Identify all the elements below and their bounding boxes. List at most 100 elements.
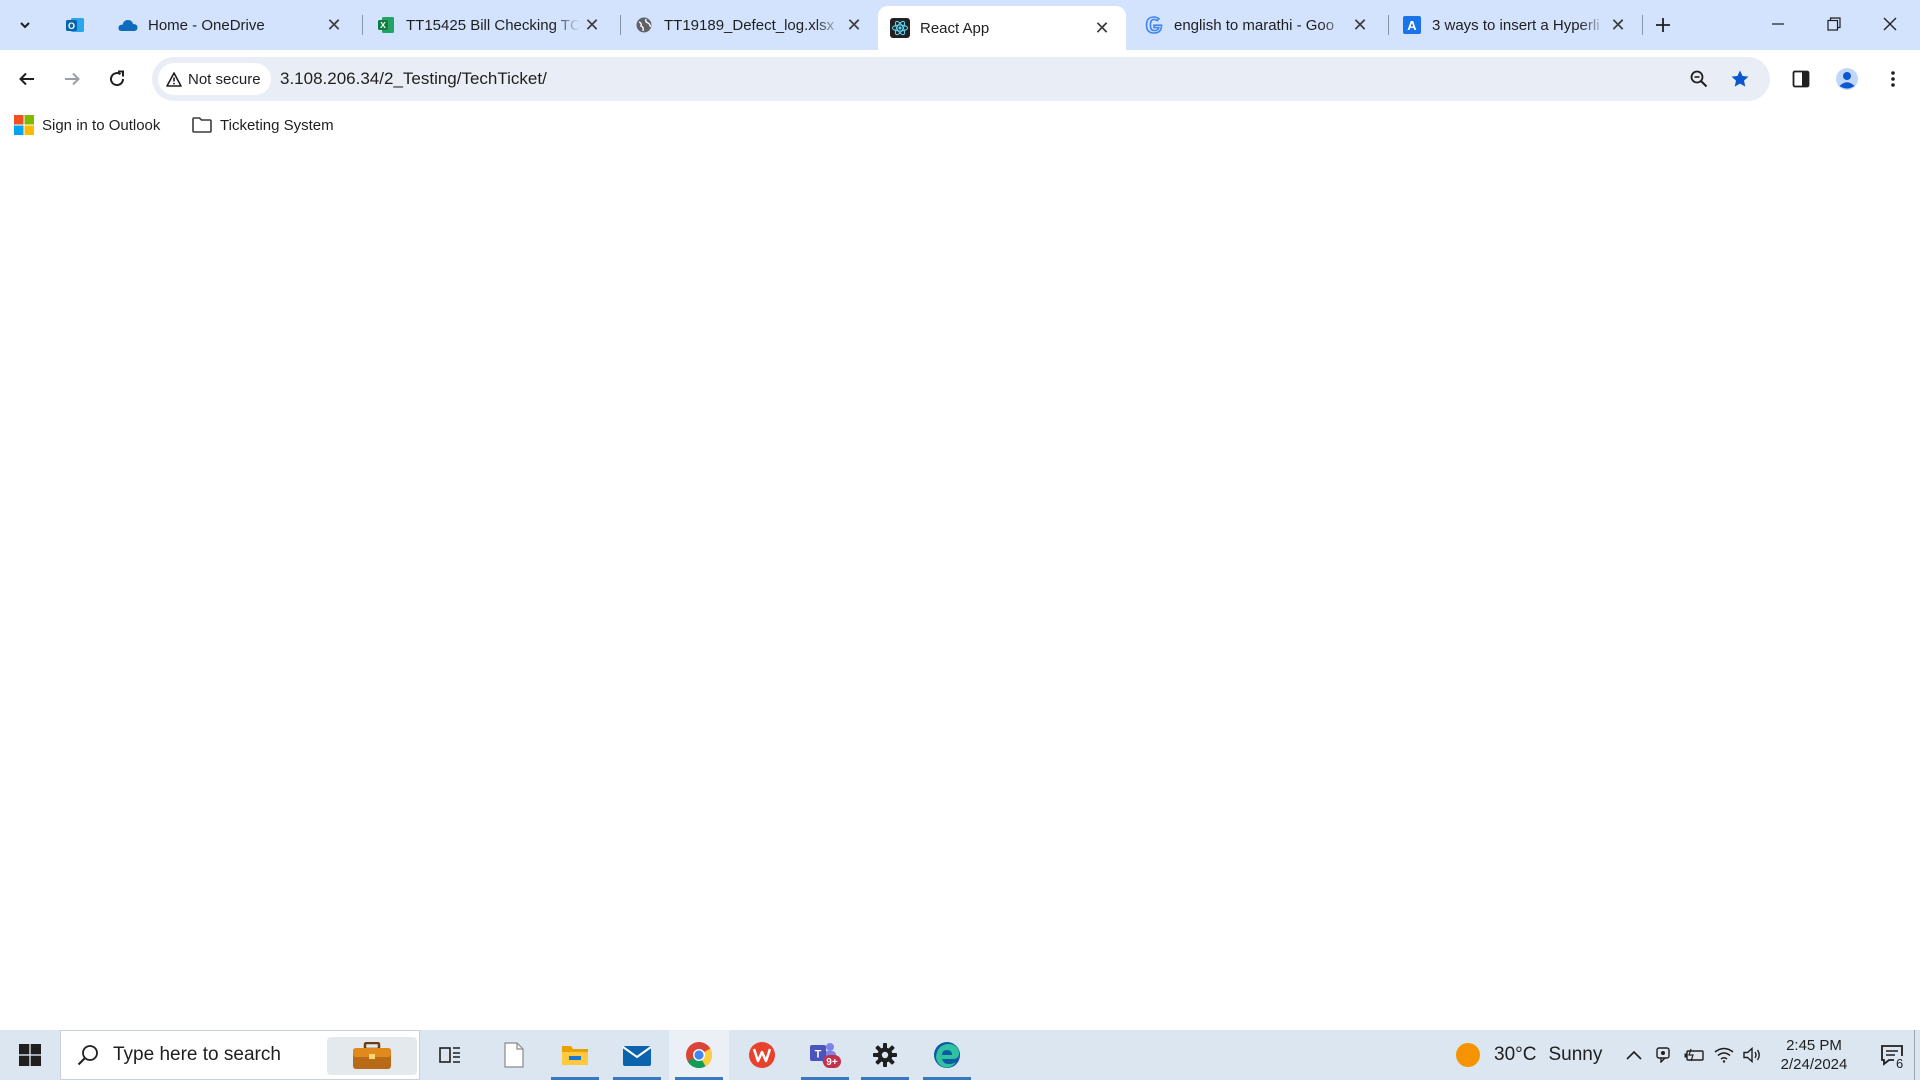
- clock-date: 2/24/2024: [1780, 1056, 1848, 1073]
- security-label: Not secure: [188, 70, 261, 88]
- edge-icon: [934, 1042, 960, 1068]
- weather-widget[interactable]: 30°C Sunny: [1456, 1030, 1602, 1080]
- tab-title: 3 ways to insert a Hyperli: [1432, 16, 1600, 34]
- tab-defect-log[interactable]: TT19189_Defect_log.xlsx ✕: [622, 6, 878, 44]
- action-center-button[interactable]: 6: [1864, 1030, 1920, 1080]
- taskbar-file-explorer[interactable]: [545, 1030, 605, 1080]
- google-icon: [1144, 15, 1164, 35]
- zoom-button[interactable]: [1684, 64, 1714, 94]
- chevron-up-icon: [1626, 1050, 1642, 1060]
- search-icon: [77, 1044, 99, 1066]
- react-icon: [890, 18, 910, 38]
- taskbar-wps-office[interactable]: [732, 1030, 792, 1080]
- taskbar-chrome[interactable]: [669, 1030, 729, 1080]
- url-text[interactable]: 3.108.206.34/2_Testing/TechTicket/: [280, 69, 547, 89]
- security-indicator[interactable]: Not secure: [158, 63, 271, 95]
- close-icon[interactable]: ✕: [1348, 13, 1372, 37]
- onedrive-icon: [118, 15, 138, 35]
- close-icon[interactable]: ✕: [580, 13, 604, 37]
- restore-button[interactable]: [1806, 0, 1862, 48]
- tab-search-button[interactable]: [6, 8, 44, 42]
- outlook-icon: O: [66, 18, 84, 32]
- notification-count: 6: [1894, 1056, 1906, 1071]
- close-icon[interactable]: ✕: [1090, 16, 1114, 40]
- close-icon: [1883, 17, 1897, 31]
- address-bar[interactable]: Not secure 3.108.206.34/2_Testing/TechTi…: [152, 57, 1770, 101]
- bookmarks-bar: Sign in to Outlook Ticketing System: [0, 108, 1920, 142]
- folder-icon: [192, 117, 212, 133]
- tray-meet-now[interactable]: [1653, 1043, 1677, 1067]
- tray-battery[interactable]: [1682, 1043, 1706, 1067]
- clock-time: 2:45 PM: [1786, 1037, 1842, 1054]
- sun-icon: [1456, 1043, 1480, 1067]
- tray-network[interactable]: [1712, 1043, 1736, 1067]
- svg-text:O: O: [68, 21, 75, 31]
- show-hidden-icons-button[interactable]: [1622, 1043, 1646, 1067]
- tab-react-app[interactable]: React App ✕: [878, 6, 1126, 50]
- search-highlight[interactable]: [327, 1037, 417, 1075]
- zoom-out-icon: [1690, 70, 1708, 88]
- taskbar-edge[interactable]: [917, 1030, 977, 1080]
- star-icon: [1731, 70, 1749, 87]
- tab-google-translate[interactable]: english to marathi - Goo ✕: [1132, 6, 1384, 44]
- search-placeholder: Type here to search: [113, 1044, 281, 1065]
- tab-divider: [1388, 15, 1389, 35]
- taskbar-teams[interactable]: T 9+: [795, 1030, 855, 1080]
- minimize-button[interactable]: [1750, 0, 1806, 48]
- taskbar-file[interactable]: [484, 1030, 544, 1080]
- plus-icon: [1656, 18, 1670, 32]
- close-window-button[interactable]: [1862, 0, 1918, 48]
- taskbar-mail[interactable]: [607, 1030, 667, 1080]
- speaker-icon: [1743, 1047, 1760, 1063]
- avatar-icon: [1836, 68, 1858, 90]
- pinned-tab-outlook[interactable]: O: [54, 6, 96, 44]
- tab-title: TT19189_Defect_log.xlsx: [664, 16, 835, 34]
- close-icon[interactable]: ✕: [322, 13, 346, 37]
- tab-divider: [362, 15, 363, 35]
- more-vertical-icon: [1891, 71, 1895, 87]
- tab-title: english to marathi - Goo: [1174, 16, 1335, 34]
- profile-button[interactable]: [1828, 60, 1866, 98]
- close-icon[interactable]: ✕: [1606, 13, 1630, 37]
- task-view-button[interactable]: [420, 1030, 480, 1080]
- browser-toolbar: Not secure 3.108.206.34/2_Testing/TechTi…: [0, 50, 1920, 108]
- bookmark-folder-ticketing[interactable]: Ticketing System: [192, 112, 334, 138]
- tab-hyperlink-article[interactable]: A 3 ways to insert a Hyperli ✕: [1390, 6, 1642, 44]
- forward-button[interactable]: [53, 60, 91, 98]
- windows-taskbar: Type here to search T 9+ 30°C Sunny 2:45…: [0, 1030, 1920, 1080]
- tab-onedrive[interactable]: Home - OneDrive ✕: [106, 6, 358, 44]
- folder-icon: [562, 1046, 588, 1065]
- side-panel-button[interactable]: [1782, 60, 1820, 98]
- close-icon[interactable]: ✕: [842, 13, 866, 37]
- arrow-right-icon: [65, 72, 80, 86]
- wifi-icon: [1714, 1047, 1734, 1063]
- back-button[interactable]: [8, 60, 46, 98]
- taskbar-clock[interactable]: 2:45 PM 2/24/2024: [1772, 1036, 1856, 1074]
- start-button[interactable]: [0, 1030, 60, 1080]
- taskbar-settings[interactable]: [855, 1030, 915, 1080]
- mail-icon: [622, 1046, 652, 1066]
- bookmark-outlook[interactable]: Sign in to Outlook: [14, 112, 160, 138]
- menu-button[interactable]: [1874, 60, 1912, 98]
- warning-icon: [166, 71, 182, 87]
- windows-logo-icon: [19, 1044, 41, 1066]
- page-content: [0, 142, 1920, 1030]
- tab-bill-checking[interactable]: X TT15425 Bill Checking TC ✕: [364, 6, 616, 44]
- show-desktop-button[interactable]: [1914, 1030, 1915, 1080]
- tray-volume[interactable]: [1741, 1043, 1765, 1067]
- tab-divider: [620, 15, 621, 35]
- meet-now-icon: [1656, 1047, 1670, 1063]
- reload-button[interactable]: [98, 60, 136, 98]
- svg-text:T: T: [815, 1049, 822, 1061]
- bookmark-star-button[interactable]: [1725, 64, 1755, 94]
- tab-title: React App: [920, 19, 990, 37]
- taskbar-search[interactable]: Type here to search: [60, 1030, 420, 1080]
- tab-title: TT15425 Bill Checking TC: [406, 16, 580, 34]
- briefcase-icon: [353, 1042, 391, 1069]
- doc-a-icon: A: [1402, 15, 1422, 35]
- wps-office-icon: [749, 1042, 775, 1068]
- new-tab-button[interactable]: [1648, 10, 1678, 40]
- tab-title: Home - OneDrive: [148, 16, 265, 34]
- chrome-icon: [686, 1042, 713, 1069]
- tab-divider: [1642, 15, 1643, 35]
